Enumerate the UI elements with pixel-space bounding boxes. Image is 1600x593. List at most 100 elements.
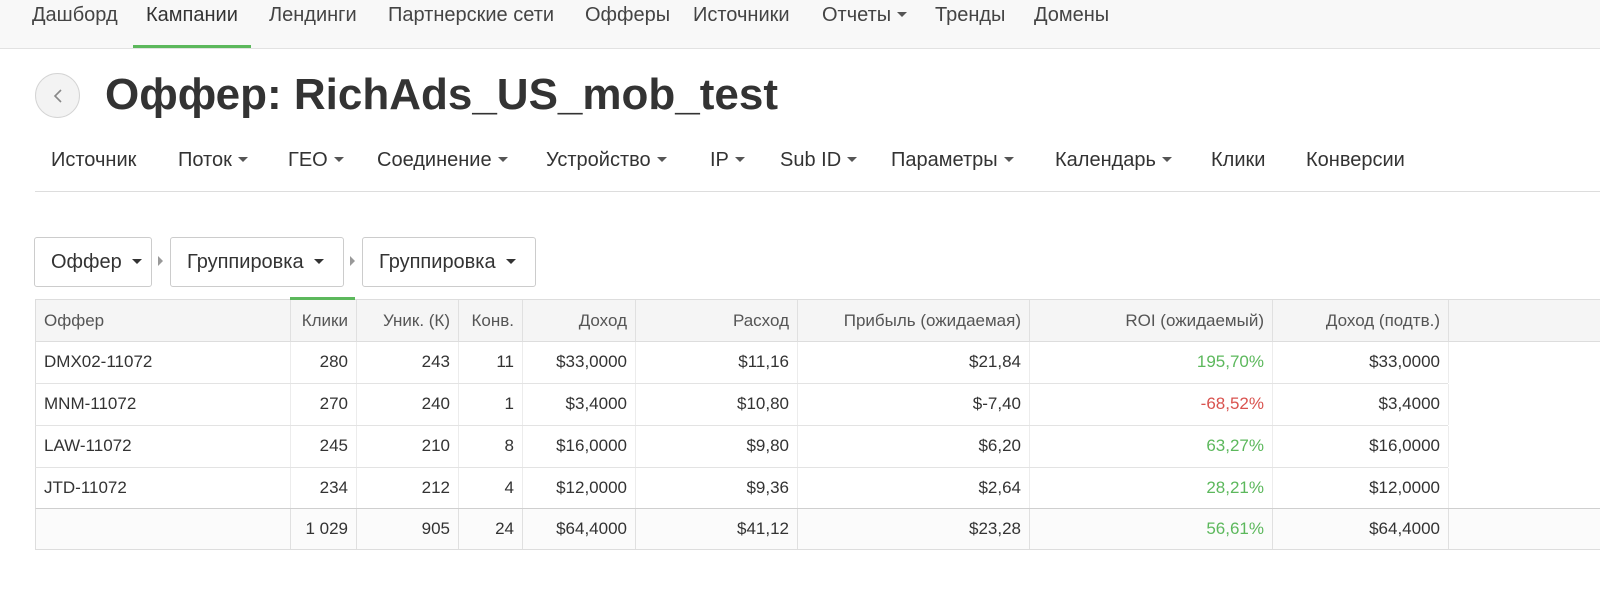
grouping-offer-dropdown[interactable]: Оффер — [34, 237, 152, 287]
cell-total-clicks: 1 029 — [291, 509, 357, 549]
subnav-conversions[interactable]: Конверсии — [1306, 145, 1405, 175]
subnav-connection-label: Соединение — [377, 149, 492, 171]
grouping-second-dropdown[interactable]: Группировка — [170, 237, 344, 287]
cell-revenue-confirmed: $12,0000 — [1273, 468, 1449, 509]
subnav-device-label: Устройство — [546, 149, 651, 171]
cell-offer: MNM-11072 — [36, 384, 291, 425]
column-header-cost[interactable]: Расход — [636, 300, 798, 341]
grouping-offer-label: Оффер — [51, 251, 122, 273]
nav-reports[interactable]: Отчеты — [822, 0, 908, 48]
cell-total-label — [36, 509, 291, 549]
cell-unique: 210 — [357, 426, 459, 467]
grouping-third-dropdown[interactable]: Группировка — [362, 237, 536, 287]
cell-revenue-confirmed: $3,4000 — [1273, 384, 1449, 425]
cell-conversions: 8 — [459, 426, 523, 467]
cell-unique: 243 — [357, 342, 459, 383]
column-header-profit[interactable]: Прибыль (ожидаемая) — [798, 300, 1030, 341]
cell-revenue: $12,0000 — [523, 468, 636, 509]
chevron-down-icon — [505, 258, 516, 264]
subnav-parameters-label: Параметры — [891, 149, 998, 171]
cell-total-profit: $23,28 — [798, 509, 1030, 549]
chevron-down-icon — [131, 258, 142, 264]
top-navigation: Дашборд Кампании Лендинги Партнерские се… — [0, 0, 1600, 49]
cell-offer: JTD-11072 — [36, 468, 291, 509]
nav-landings[interactable]: Лендинги — [269, 0, 357, 48]
sort-indicator — [290, 297, 355, 300]
column-header-unique[interactable]: Уник. (К) — [357, 300, 459, 341]
cell-revenue-confirmed: $33,0000 — [1273, 342, 1449, 383]
cell-total-revenue-confirmed: $64,4000 — [1273, 509, 1449, 549]
column-header-revenue-confirmed[interactable]: Доход (подтв.) — [1273, 300, 1449, 341]
subnav-parameters[interactable]: Параметры — [891, 145, 1014, 175]
table-row[interactable]: JTD-11072 234 212 4 $12,0000 $9,36 $2,64… — [35, 468, 1449, 510]
grouping-second-label: Группировка — [187, 251, 304, 273]
chevron-down-icon — [497, 156, 508, 162]
cell-total-cost: $41,12 — [636, 509, 798, 549]
column-header-revenue[interactable]: Доход — [523, 300, 636, 341]
nav-campaigns[interactable]: Кампании — [133, 0, 251, 48]
chevron-down-icon — [897, 11, 908, 17]
cell-roi: 63,27% — [1030, 426, 1273, 467]
subnav-subid-label: Sub ID — [780, 149, 842, 171]
cell-profit: $6,20 — [798, 426, 1030, 467]
cell-clicks: 245 — [291, 426, 357, 467]
cell-revenue: $16,0000 — [523, 426, 636, 467]
subnav-calendar[interactable]: Календарь — [1055, 145, 1172, 175]
subnav-stream[interactable]: Поток — [178, 145, 248, 175]
cell-roi: 28,21% — [1030, 468, 1273, 509]
cell-revenue-confirmed: $16,0000 — [1273, 426, 1449, 467]
column-header-roi[interactable]: ROI (ожидаемый) — [1030, 300, 1273, 341]
column-header-conversions[interactable]: Конв. — [459, 300, 523, 341]
chevron-right-icon — [350, 256, 355, 266]
chevron-down-icon — [313, 258, 324, 264]
subnav-stream-label: Поток — [178, 149, 232, 171]
chevron-down-icon — [1003, 156, 1014, 162]
cell-offer: DMX02-11072 — [36, 342, 291, 383]
report-table: Оффер Клики Уник. (К) Конв. Доход Расход… — [35, 297, 1600, 551]
table-row[interactable]: MNM-11072 270 240 1 $3,4000 $10,80 $-7,4… — [35, 384, 1449, 426]
cell-conversions: 1 — [459, 384, 523, 425]
cell-conversions: 4 — [459, 468, 523, 509]
nav-reports-label: Отчеты — [822, 4, 892, 26]
nav-domains[interactable]: Домены — [1034, 0, 1109, 48]
subnav-geo[interactable]: ГЕО — [288, 145, 344, 175]
cell-unique: 240 — [357, 384, 459, 425]
column-header-offer[interactable]: Оффер — [36, 300, 291, 341]
subnav-geo-label: ГЕО — [288, 149, 328, 171]
cell-profit: $21,84 — [798, 342, 1030, 383]
chevron-down-icon — [734, 156, 745, 162]
subnav-clicks[interactable]: Клики — [1211, 145, 1265, 175]
cell-clicks: 280 — [291, 342, 357, 383]
cell-roi: 195,70% — [1030, 342, 1273, 383]
subnav-connection[interactable]: Соединение — [377, 145, 508, 175]
chevron-down-icon — [847, 156, 858, 162]
table-row[interactable]: LAW-11072 245 210 8 $16,0000 $9,80 $6,20… — [35, 426, 1449, 468]
subnav-device[interactable]: Устройство — [546, 145, 667, 175]
cell-offer: LAW-11072 — [36, 426, 291, 467]
cell-clicks: 234 — [291, 468, 357, 509]
chevron-left-icon — [53, 89, 62, 103]
cell-unique: 212 — [357, 468, 459, 509]
cell-revenue: $3,4000 — [523, 384, 636, 425]
back-button[interactable] — [35, 73, 80, 118]
nav-offers[interactable]: Офферы — [585, 0, 670, 48]
nav-dashboard[interactable]: Дашборд — [32, 0, 118, 48]
table-header: Оффер Клики Уник. (К) Конв. Доход Расход… — [35, 299, 1600, 342]
nav-trends[interactable]: Тренды — [935, 0, 1005, 48]
subnav-ip[interactable]: IP — [710, 145, 745, 175]
cell-cost: $11,16 — [636, 342, 798, 383]
nav-sources[interactable]: Источники — [693, 0, 790, 48]
chevron-down-icon — [656, 156, 667, 162]
cell-clicks: 270 — [291, 384, 357, 425]
cell-profit: $2,64 — [798, 468, 1030, 509]
table-total-row: 1 029 905 24 $64,4000 $41,12 $23,28 56,6… — [35, 508, 1600, 550]
table-row[interactable]: DMX02-11072 280 243 11 $33,0000 $11,16 $… — [35, 342, 1449, 384]
column-header-clicks[interactable]: Клики — [291, 300, 357, 341]
chevron-down-icon — [333, 156, 344, 162]
subnav-source[interactable]: Источник — [51, 145, 136, 175]
subnav-ip-label: IP — [710, 149, 729, 171]
subnav-subid[interactable]: Sub ID — [780, 145, 858, 175]
chevron-right-icon — [158, 256, 163, 266]
cell-total-unique: 905 — [357, 509, 459, 549]
nav-affiliate-networks[interactable]: Партнерские сети — [388, 0, 554, 48]
